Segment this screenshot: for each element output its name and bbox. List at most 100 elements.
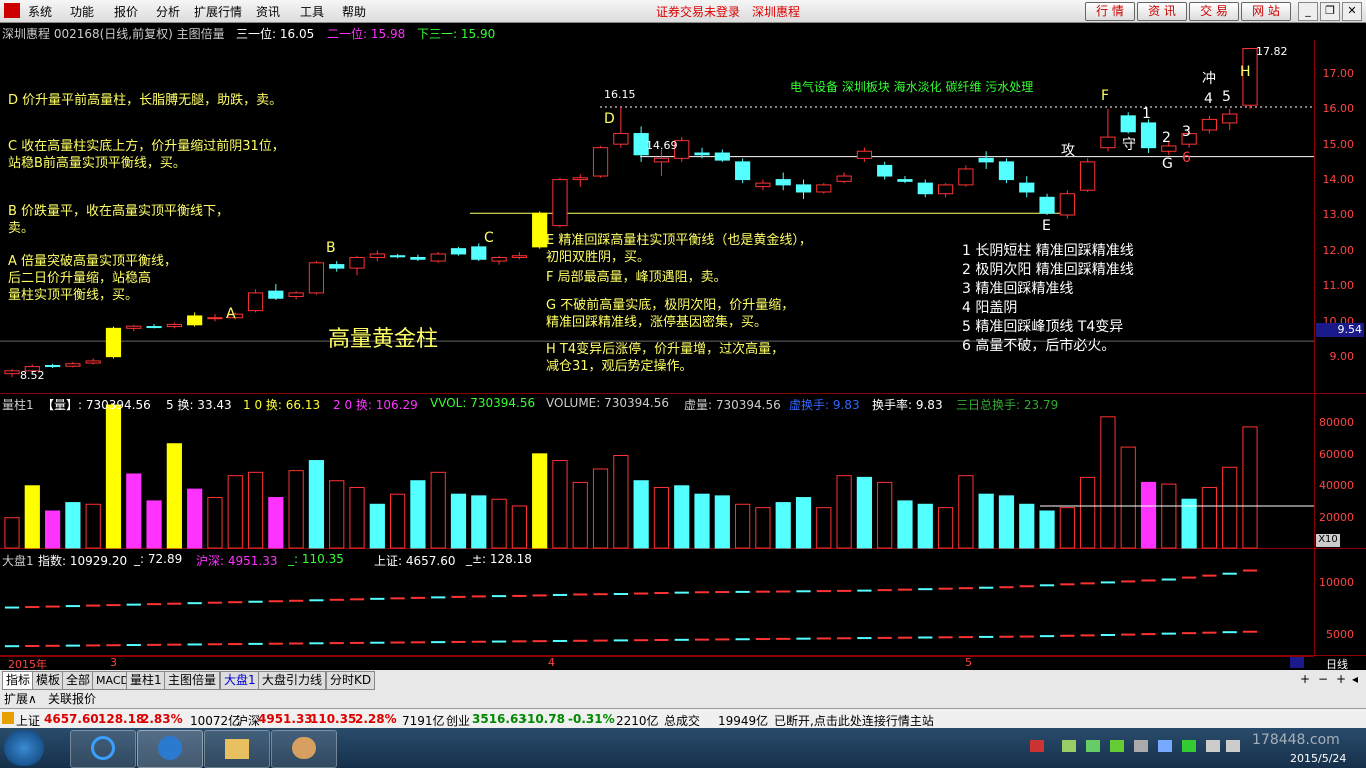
tray-icon[interactable] <box>1134 740 1148 752</box>
volume-bar <box>187 488 203 549</box>
marker-1: 1 <box>1142 106 1151 122</box>
volume-bar <box>4 517 20 549</box>
tray-icon[interactable] <box>1030 740 1044 752</box>
candle-body <box>937 184 954 195</box>
candle-body <box>1019 182 1035 193</box>
tab-intraday-kd[interactable]: 分时KD <box>326 671 376 690</box>
volume-bar <box>126 473 142 549</box>
status-bar: 上证 4657.60 128.18 2.83% 10072亿 沪深 4951.3… <box>0 708 1366 729</box>
turnover-rate: 换手率: 9.83 <box>872 398 943 412</box>
candle-body <box>1080 161 1096 191</box>
left-arrow-icon[interactable]: ◂ <box>1352 672 1358 686</box>
explorer-taskbar-icon[interactable] <box>204 730 270 768</box>
tab-dapan-gravity[interactable]: 大盘引力线 <box>258 671 327 690</box>
tab-indicators[interactable]: 指标 <box>2 671 35 690</box>
turnover-20: 2 0 换: 106.29 <box>333 398 418 412</box>
candle-body <box>1161 145 1177 152</box>
volume-bar <box>816 507 832 549</box>
candle-body <box>85 360 101 364</box>
clock-date: 2015/5/24 <box>1290 752 1347 765</box>
candle-body <box>1222 113 1238 124</box>
connection-message[interactable]: 已断开,点击此处连接行情主站 <box>774 712 934 729</box>
candle-body <box>126 325 142 329</box>
bluetooth-icon[interactable] <box>1158 740 1172 752</box>
tab-templates[interactable]: 模板 <box>32 671 65 690</box>
volume-bar <box>1201 486 1218 549</box>
volume-bar <box>775 502 791 549</box>
price-tick: 17.00 <box>1322 67 1355 80</box>
add-icon[interactable]: + <box>1336 672 1346 686</box>
volume-tick: 60000 <box>1319 448 1354 461</box>
dapan-v2: _: 110.35 <box>288 552 344 566</box>
date-month-4: 4 <box>548 656 555 669</box>
candle-body <box>410 257 426 260</box>
network-icon[interactable] <box>1206 740 1220 752</box>
volume-bar <box>349 486 365 549</box>
price-tick: 11.00 <box>1322 279 1355 292</box>
candle-body <box>369 253 385 258</box>
tab-all[interactable]: 全部 <box>62 671 95 690</box>
cy-amount: 2210亿 <box>616 714 659 728</box>
volume-bar <box>694 493 710 549</box>
plus-icon[interactable]: + <box>1300 672 1310 686</box>
marker-2: 2 <box>1162 130 1171 146</box>
hs-percent: 2.28% <box>355 712 397 726</box>
price-tick: 16.00 <box>1322 102 1355 115</box>
tab-dapan1[interactable]: 大盘1 <box>220 671 260 690</box>
sh-value: 4657.60 <box>44 712 99 726</box>
tray-icon[interactable] <box>1182 740 1196 752</box>
related-quotes-button[interactable]: 关联报价 <box>48 690 96 707</box>
expand-button[interactable]: 扩展∧ <box>4 690 37 707</box>
marker-5: 5 <box>1222 89 1231 105</box>
volume-bar <box>653 486 670 549</box>
tray-icon[interactable] <box>1062 740 1076 752</box>
volume-bar <box>674 485 690 549</box>
candle-body <box>694 152 710 156</box>
candle-body <box>44 365 61 368</box>
tab-main-double-volume[interactable]: 主图倍量 <box>164 671 221 690</box>
annotation-note-5: 5 精准回踩峰顶线 T4变异 <box>962 319 1124 335</box>
candle-body <box>511 255 527 259</box>
stock-app-taskbar-icon[interactable] <box>137 730 203 768</box>
volume-tick: 20000 <box>1319 511 1354 524</box>
volume-icon[interactable] <box>1226 740 1240 752</box>
volume-bar <box>471 495 487 549</box>
candle-body <box>592 147 609 177</box>
marker-4: 4 <box>1204 91 1213 107</box>
scroll-indicator[interactable] <box>1290 657 1304 668</box>
volume-bar <box>430 471 446 549</box>
candle-body <box>1201 118 1218 131</box>
tab-volume1[interactable]: 量柱1 <box>126 671 166 690</box>
volume-value-2: VOLUME: 730394.56 <box>546 396 669 410</box>
volume-bar <box>958 475 974 549</box>
volume-bar <box>1080 476 1096 549</box>
ie-taskbar-icon[interactable] <box>70 730 136 768</box>
volume-bar <box>369 503 385 549</box>
marker-e: E <box>1042 218 1051 234</box>
volume-bar <box>998 495 1015 549</box>
annotation-note-1: 1 长阴短柱 精准回踩精准线 <box>962 243 1134 259</box>
marker-b: B <box>326 240 336 256</box>
marker-guard: 守 <box>1122 137 1136 153</box>
candle-body <box>491 257 507 262</box>
volume-bar <box>85 503 101 549</box>
annotation-b-line1: B 价跌量平，收在高量实顶平衡线下， <box>8 204 230 219</box>
annotation-h-line2: 减仓31，观后势定操作。 <box>546 359 693 374</box>
tray-icon[interactable] <box>1110 740 1124 752</box>
volume-bar <box>592 468 609 549</box>
current-price-tag: 9.54 <box>1316 323 1364 337</box>
start-button-icon[interactable] <box>4 730 44 766</box>
annotation-f: F 局部最高量，峰顶遇阻，卖。 <box>546 270 727 285</box>
volume-bar <box>1120 446 1136 549</box>
volume-bar <box>613 455 629 549</box>
candle-body <box>1039 196 1055 214</box>
volume-bar <box>714 495 730 549</box>
minus-icon[interactable]: − <box>1318 672 1328 686</box>
date-axis <box>0 656 1314 671</box>
dapan-hushen: 沪深: 4951.33 <box>196 554 278 568</box>
sh-label: 上证 <box>16 714 41 728</box>
paint-taskbar-icon[interactable] <box>271 730 337 768</box>
tray-icon[interactable] <box>1086 740 1100 752</box>
annotation-g-line1: G 不破前高量实底，极阴次阳，价升量缩， <box>546 298 795 313</box>
candle-body <box>187 315 203 326</box>
